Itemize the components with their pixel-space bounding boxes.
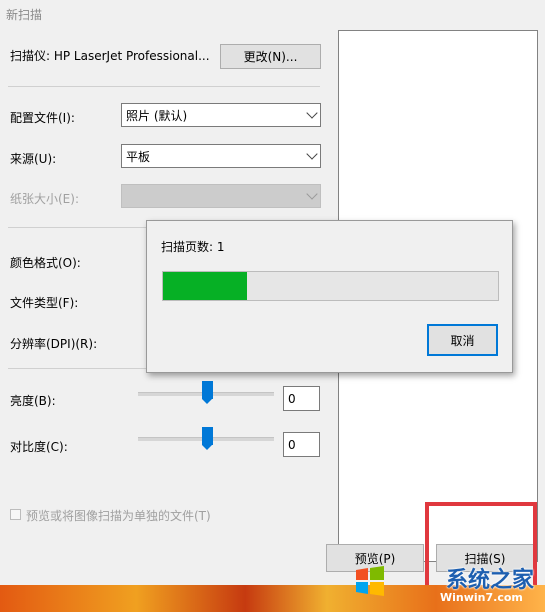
windows-logo-icon xyxy=(352,563,388,599)
paper-size-label: 纸张大小(E): xyxy=(10,192,79,206)
window-title: 新扫描 xyxy=(6,8,43,22)
contrast-label: 对比度(C): xyxy=(10,440,68,454)
scan-progress-fill xyxy=(163,272,247,300)
contrast-input[interactable]: 0 xyxy=(283,432,320,457)
brightness-label: 亮度(B): xyxy=(10,394,56,408)
profile-select-value: 照片 (默认) xyxy=(126,108,188,123)
separator xyxy=(8,227,148,228)
profile-select[interactable]: 照片 (默认) xyxy=(121,103,321,127)
brightness-slider-thumb[interactable] xyxy=(202,381,213,404)
separate-files-label: 预览或将图像扫描为单独的文件(T) xyxy=(26,509,211,523)
chevron-down-icon xyxy=(306,107,318,119)
resolution-label: 分辨率(DPI)(R): xyxy=(10,337,98,351)
contrast-slider-thumb[interactable] xyxy=(202,427,213,450)
source-label: 来源(U): xyxy=(10,152,57,166)
paper-size-select xyxy=(121,184,321,208)
source-select-value: 平板 xyxy=(126,149,151,164)
chevron-down-icon xyxy=(306,188,318,200)
pages-scanned-label: 扫描页数: 1 xyxy=(161,240,225,254)
watermark-url: Winwin7.com xyxy=(440,591,523,604)
change-scanner-button[interactable]: 更改(N)... xyxy=(220,44,321,69)
color-format-label: 颜色格式(O): xyxy=(10,256,81,270)
scan-progress-dialog: 扫描页数: 1 取消 xyxy=(146,220,513,373)
separator xyxy=(8,368,148,369)
file-type-label: 文件类型(F): xyxy=(10,296,79,310)
profile-label: 配置文件(I): xyxy=(10,111,75,125)
source-select[interactable]: 平板 xyxy=(121,144,321,168)
scanner-label: 扫描仪: HP LaserJet Professional... xyxy=(10,49,210,63)
separate-files-checkbox[interactable] xyxy=(10,509,21,520)
chevron-down-icon xyxy=(306,148,318,160)
brightness-input[interactable]: 0 xyxy=(283,386,320,411)
separator xyxy=(8,86,320,87)
scan-progress-bar xyxy=(162,271,499,301)
watermark-brand: 系统之家 xyxy=(446,568,535,593)
cancel-button[interactable]: 取消 xyxy=(427,324,498,356)
